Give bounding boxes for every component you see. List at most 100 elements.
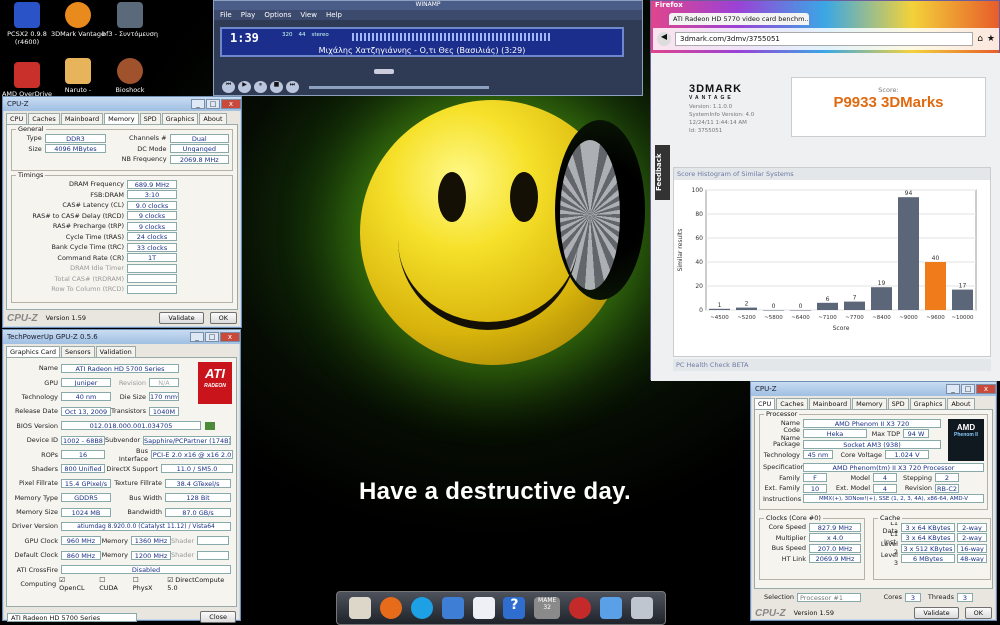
bar-value-label: 19 — [878, 280, 886, 287]
tab-cpu[interactable]: CPU — [6, 113, 28, 124]
bank-cycle-time: 33 clocks — [127, 242, 177, 252]
score-value: P9933 3DMarks — [833, 94, 944, 111]
tools-icon[interactable] — [630, 597, 653, 619]
amd-logo: AMD Phenom II — [948, 419, 984, 461]
histogram-chart: 0 20 40 60 80 100 1 ~4500 2 ~5200 0 ~5800 0 ~6400 6 ~71… — [677, 187, 977, 332]
winamp-display: 1:39 320 44 stereo Μιχάλης Χατζηγιάννης … — [220, 27, 624, 57]
eye-icon[interactable] — [568, 597, 591, 619]
tab-caches[interactable]: Caches — [28, 113, 60, 124]
menu-options[interactable]: Options — [264, 11, 291, 19]
mame-icon[interactable]: MAME 32 — [534, 597, 561, 619]
tab-mainboard[interactable]: Mainboard — [60, 113, 104, 124]
desktop-icon-bioshock[interactable]: Bioshock — [100, 58, 160, 94]
feedback-tab[interactable]: Feedback — [655, 145, 670, 200]
bios-chip-icon[interactable] — [205, 421, 215, 430]
histogram-title: Score Histogram of Similar Systems — [674, 168, 990, 180]
smiley-eye-left — [438, 172, 466, 222]
tab-caches[interactable]: Caches — [776, 398, 808, 409]
pause-icon[interactable]: ⏸ — [254, 81, 267, 93]
x-tick-label: ~8400 — [872, 315, 891, 321]
bookmark-icon[interactable]: ★ — [987, 34, 995, 44]
validate-button[interactable]: Validate — [159, 312, 204, 324]
pc-health-check[interactable]: PC Health Check BETA — [673, 359, 991, 371]
ras-precharge: 9 clocks — [127, 221, 177, 231]
firefox-icon[interactable] — [380, 597, 403, 619]
validate-button[interactable]: Validate — [914, 607, 959, 619]
physx-checkbox[interactable]: ☐ PhysX — [133, 576, 160, 592]
notepad-icon[interactable] — [349, 597, 372, 619]
nb-frequency-value: 2069.8 MHz — [169, 154, 229, 164]
close-button[interactable]: x — [221, 99, 241, 109]
minimize-button[interactable]: _ — [946, 384, 960, 394]
gpu-select[interactable]: ATI Radeon HD 5700 Series — [7, 612, 137, 622]
menu-view[interactable]: View — [300, 11, 317, 19]
skype-icon[interactable] — [410, 597, 433, 619]
winamp-titlebar[interactable]: WINAMP — [214, 1, 642, 10]
cpuz-titlebar[interactable]: CPU-Z _ □ x — [3, 97, 241, 111]
tab-graphics-card[interactable]: Graphics Card — [6, 346, 60, 357]
maximize-button[interactable]: □ — [206, 99, 220, 109]
help-icon[interactable]: ? — [503, 597, 526, 619]
firefox-menu-button[interactable]: Firefox — [651, 1, 999, 13]
cpuz-brand: CPU-Z — [7, 312, 38, 324]
menu-file[interactable]: File — [220, 11, 232, 19]
next-icon[interactable]: ⏭ — [286, 81, 299, 93]
network-icon[interactable] — [599, 597, 622, 619]
stop-icon[interactable]: ■ — [270, 81, 283, 93]
desktop-icon-naruto[interactable]: Naruto - — [48, 58, 108, 94]
bioshock-icon — [117, 58, 143, 84]
tab-mainboard[interactable]: Mainboard — [808, 398, 852, 409]
ok-button[interactable]: OK — [209, 312, 237, 324]
tab-graphics[interactable]: Graphics — [161, 113, 199, 124]
tab-memory[interactable]: Memory — [104, 113, 139, 124]
desktop-icon-3dmark[interactable]: 3DMark Vantage — [48, 2, 108, 38]
tab-validation[interactable]: Validation — [95, 346, 136, 357]
cpuz-tabs: CPU Caches Mainboard Memory SPD Graphics… — [3, 111, 241, 124]
tab-sensors[interactable]: Sensors — [60, 346, 95, 357]
url-bar[interactable]: 3dmark.com/3dmv/3755051 — [675, 32, 974, 46]
tab-graphics[interactable]: Graphics — [909, 398, 947, 409]
tab-about[interactable]: About — [199, 113, 227, 124]
maximize-button[interactable]: □ — [961, 384, 975, 394]
close-button[interactable]: x — [220, 332, 240, 342]
tab-spd[interactable]: SPD — [139, 113, 161, 124]
opencl-checkbox[interactable]: ☑ OpenCL — [59, 576, 91, 592]
tab-cpu[interactable]: CPU — [754, 398, 776, 409]
minimize-button[interactable]: _ — [191, 99, 205, 109]
close-button[interactable]: x — [976, 384, 996, 394]
cuda-checkbox[interactable]: ☐ CUDA — [99, 576, 125, 592]
menu-help[interactable]: Help — [326, 11, 342, 19]
home-icon[interactable]: ⌂ — [977, 34, 983, 44]
cpuz-footer: CPU-Z Version 1.59 Validate OK — [751, 605, 996, 621]
score-box: Score: P9933 3DMarks — [791, 77, 986, 137]
back-icon[interactable]: ◀ — [657, 32, 671, 46]
directcompute-checkbox[interactable]: ☑ DirectCompute 5.0 — [167, 576, 234, 592]
cpuz-titlebar[interactable]: CPU-Z _ □ x — [751, 382, 996, 396]
close-window-button[interactable]: Close — [200, 611, 236, 623]
memory-size: 4096 MBytes — [44, 144, 107, 154]
y-tick-label: 20 — [695, 283, 703, 290]
browser-tab[interactable]: ATI Radeon HD 5770 video card benchm... — [669, 13, 809, 25]
ok-button[interactable]: OK — [964, 607, 992, 619]
x-tick-label: ~6400 — [791, 315, 810, 321]
minimize-button[interactable]: _ — [190, 332, 204, 342]
bar-value-label: 0 — [799, 303, 803, 310]
processor-select[interactable]: Processor #1 — [797, 592, 861, 602]
y-axis-label: Similar results — [677, 229, 684, 272]
bus-interface: PCI-E 2.0 x16 @ x16 2.0 — [151, 450, 233, 460]
gpuz-titlebar[interactable]: TechPowerUp GPU-Z 0.5.6 _ □ x — [3, 330, 240, 344]
prev-icon[interactable]: ⏮ — [222, 81, 235, 93]
volume-slider[interactable] — [374, 69, 394, 74]
maximize-button[interactable]: □ — [205, 332, 219, 342]
document-icon[interactable] — [472, 597, 495, 619]
seek-bar[interactable] — [309, 86, 489, 89]
play-icon[interactable]: ▶ — [238, 81, 251, 93]
explorer-icon[interactable] — [441, 597, 464, 619]
dram-frequency: 689.9 MHz — [127, 179, 177, 189]
tab-about[interactable]: About — [947, 398, 975, 409]
tab-memory[interactable]: Memory — [852, 398, 887, 409]
channels-value: Dual — [169, 133, 229, 143]
desktop-icon-bf3[interactable]: bf3 - Συντόμευση — [100, 2, 160, 38]
tab-spd[interactable]: SPD — [887, 398, 909, 409]
menu-play[interactable]: Play — [241, 11, 256, 19]
